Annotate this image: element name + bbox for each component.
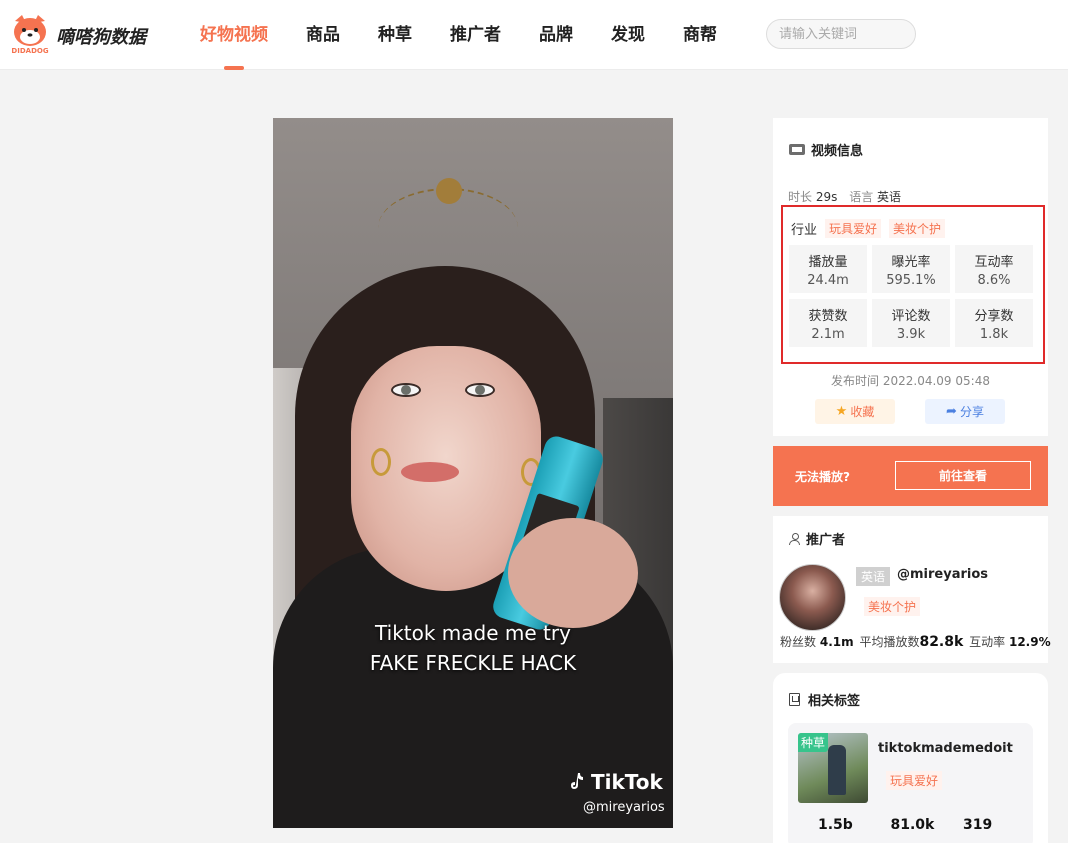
nav-item-merchant-help[interactable]: 商帮 xyxy=(683,0,717,70)
video-caption: Tiktok made me try FAKE FRECKLE HACK xyxy=(273,618,673,678)
stat-likes: 获赞数 2.1m xyxy=(789,299,867,347)
nav-item-promoters[interactable]: 推广者 xyxy=(450,0,501,70)
stat-label: 评论数 xyxy=(891,309,931,324)
share-button[interactable]: ➦ 分享 xyxy=(925,399,1005,424)
logo-sub-text: DIDADOG xyxy=(11,47,48,55)
stat-plays: 播放量 24.4m xyxy=(789,245,867,293)
promoter-tag: 美妆个护 xyxy=(864,597,921,616)
promoter-handle[interactable]: @mireyarios xyxy=(897,567,988,582)
video-caption-line1: Tiktok made me try xyxy=(375,621,571,645)
video-meta-line: 时长 29s 语言 英语 xyxy=(788,188,909,205)
stats-grid: 播放量 24.4m 曝光率 595.1% 互动率 8.6% 获赞数 2.1m 评… xyxy=(789,245,1033,347)
favorite-label: 收藏 xyxy=(850,405,875,419)
video-caption-line2: FAKE FRECKLE HACK xyxy=(369,651,577,675)
tag-name[interactable]: tiktokmademedoit xyxy=(878,741,1013,756)
promoter-stats: 粉丝数 4.1m 平均播放数82.8k 互动率 12.9% xyxy=(780,633,1053,650)
stat-exposure: 曝光率 595.1% xyxy=(872,245,950,293)
promoter-title: 推广者 xyxy=(806,533,846,548)
stat-value: 3.9k xyxy=(896,327,926,342)
engagement-label: 互动率 xyxy=(969,635,1006,649)
stat-value: 1.8k xyxy=(979,327,1009,342)
top-header: DIDADOG 嘀嗒狗数据 好物视频 商品 种草 推广者 品牌 发现 商帮 xyxy=(0,0,1068,70)
didadog-logo-icon[interactable]: DIDADOG xyxy=(10,13,50,55)
share-arrow-icon: ➦ xyxy=(946,404,957,419)
cannot-play-bar: 无法播放? 前往查看 xyxy=(773,446,1048,506)
language-label: 语言 xyxy=(849,190,874,204)
industry-tag-toys[interactable]: 玩具爱好 xyxy=(825,219,882,238)
avg-play-label: 平均播放数 xyxy=(859,635,920,649)
share-label: 分享 xyxy=(959,405,984,419)
video-earring-left xyxy=(371,448,391,476)
stat-value: 2.1m xyxy=(811,327,845,342)
stat-comments: 评论数 3.9k xyxy=(872,299,950,347)
stat-label: 获赞数 xyxy=(808,309,848,324)
stat-value: 8.6% xyxy=(977,273,1011,288)
logo-name[interactable]: 嘀嗒狗数据 xyxy=(56,23,146,49)
engagement-value: 12.9% xyxy=(1008,635,1051,649)
stat-label: 互动率 xyxy=(974,255,1014,270)
stat-value: 24.4m xyxy=(807,273,849,288)
stat-shares: 分享数 1.8k xyxy=(955,299,1033,347)
stat-label: 曝光率 xyxy=(891,255,931,270)
promoter-panel: 推广者 英语 @mireyarios 美妆个护 粉丝数 4.1m 平均播放数82… xyxy=(773,516,1051,663)
fans-value: 4.1m xyxy=(819,635,854,649)
stat-engagement: 互动率 8.6% xyxy=(955,245,1033,293)
video-info-header: 视频信息 xyxy=(789,140,863,159)
video-person-lips xyxy=(401,462,459,482)
promoter-header: 推广者 xyxy=(789,529,845,548)
user-icon xyxy=(789,532,800,545)
publish-value: 2022.04.09 05:48 xyxy=(882,374,990,388)
highlighted-stats-box: 行业 玩具爱好 美妆个护 播放量 24.4m 曝光率 595.1% 互动率 8.… xyxy=(781,205,1045,364)
related-tags-title: 相关标签 xyxy=(808,694,861,709)
nav-item-discover[interactable]: 发现 xyxy=(611,0,645,70)
industry-label: 行业 xyxy=(791,223,818,238)
search-input[interactable] xyxy=(766,19,916,49)
main-nav: 好物视频 商品 种草 推广者 品牌 发现 商帮 xyxy=(200,0,755,70)
favorite-button[interactable]: ★ 收藏 xyxy=(815,399,895,424)
seed-badge: 种草 xyxy=(798,733,829,752)
tag-stats: 1.5b 81.0k 319 xyxy=(818,817,1033,833)
nav-item-videos[interactable]: 好物视频 xyxy=(200,0,268,70)
duration-value: 29s xyxy=(815,190,838,204)
tag-stat-2: 81.0k xyxy=(890,817,935,833)
publish-label: 发布时间 xyxy=(831,374,880,388)
tag-card[interactable]: 种草 tiktokmademedoit 玩具爱好 1.5b 81.0k 319 xyxy=(788,723,1033,843)
bookmark-icon xyxy=(789,693,800,706)
tag-category: 玩具爱好 xyxy=(886,771,943,790)
industry-row: 行业 玩具爱好 美妆个护 xyxy=(791,219,946,238)
related-tags-panel: 相关标签 种草 tiktokmademedoit 玩具爱好 1.5b 81.0k… xyxy=(773,673,1048,843)
stat-label: 播放量 xyxy=(808,255,848,270)
publish-time: 发布时间 2022.04.09 05:48 xyxy=(773,372,1048,389)
film-icon xyxy=(789,144,805,155)
video-info-title: 视频信息 xyxy=(811,144,864,159)
tiktok-watermark-user: @mireyarios xyxy=(583,800,665,815)
stat-value: 595.1% xyxy=(886,273,936,288)
language-badge: 英语 xyxy=(856,567,891,586)
video-person-hand xyxy=(508,518,638,628)
video-info-panel: 视频信息 时长 29s 语言 英语 行业 玩具爱好 美妆个护 播放量 24.4m… xyxy=(773,118,1048,436)
related-tags-header: 相关标签 xyxy=(789,690,860,709)
duration-label: 时长 xyxy=(788,190,813,204)
nav-item-brands[interactable]: 品牌 xyxy=(539,0,573,70)
fans-label: 粉丝数 xyxy=(780,635,817,649)
tag-stat-3: 319 xyxy=(963,817,993,833)
video-player[interactable]: Tiktok made me try FAKE FRECKLE HACK Tik… xyxy=(273,118,673,828)
tag-thumbnail-figure xyxy=(828,745,846,795)
tag-stat-1: 1.5b xyxy=(818,817,853,833)
video-person-right-eye xyxy=(465,383,495,397)
cannot-play-text: 无法播放? xyxy=(795,470,850,484)
go-view-button[interactable]: 前往查看 xyxy=(895,461,1031,490)
stat-label: 分享数 xyxy=(974,309,1014,324)
tiktok-watermark: TikTok xyxy=(591,770,663,794)
nav-item-products[interactable]: 商品 xyxy=(306,0,340,70)
video-person-left-eye xyxy=(391,383,421,397)
video-ceiling-lamp xyxy=(436,178,462,204)
avatar[interactable] xyxy=(779,564,846,631)
language-value: 英语 xyxy=(877,190,902,204)
star-icon: ★ xyxy=(835,404,848,419)
nav-item-seeding[interactable]: 种草 xyxy=(378,0,412,70)
avg-play-value: 82.8k xyxy=(919,634,964,650)
industry-tag-beauty[interactable]: 美妆个护 xyxy=(889,219,946,238)
tiktok-note-icon xyxy=(571,773,583,789)
